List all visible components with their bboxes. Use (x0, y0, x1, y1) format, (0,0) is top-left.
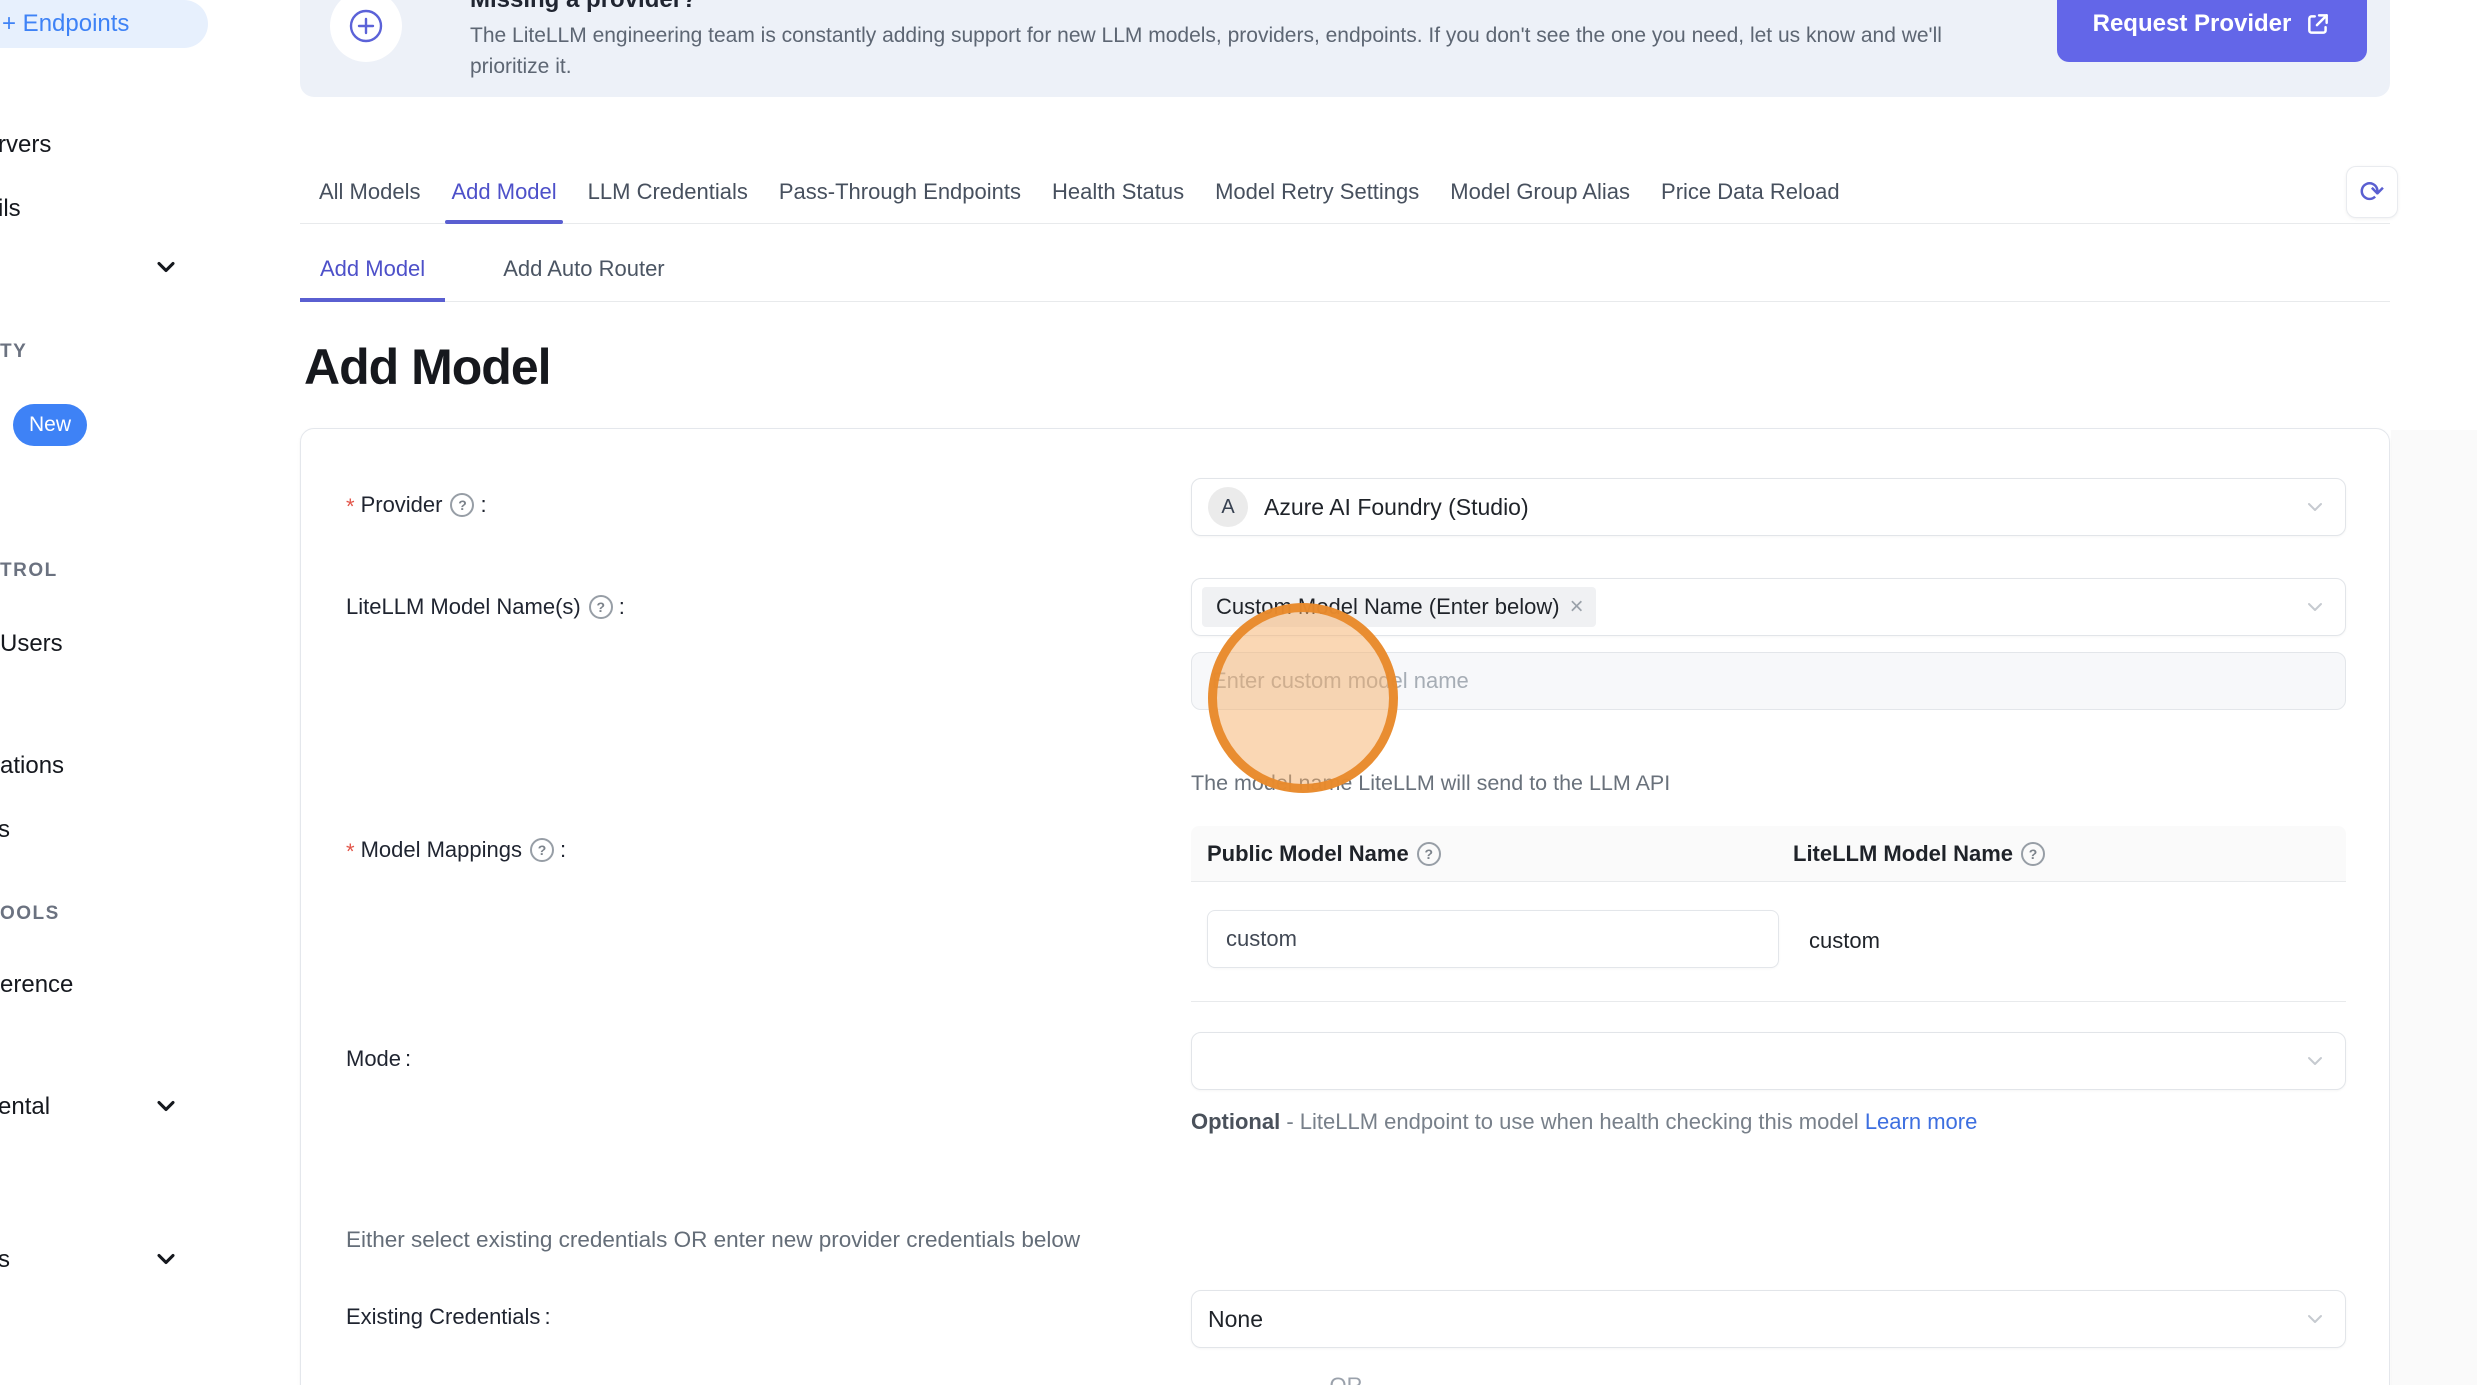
banner-title: Missing a provider? (470, 0, 697, 14)
sidebar-item-erence[interactable]: erence (0, 971, 73, 999)
existing-credentials-select[interactable]: None (1191, 1290, 2346, 1348)
help-icon[interactable]: ? (2021, 842, 2045, 866)
sidebar-section-ty: TY (0, 341, 27, 363)
provider-label: * Provider ? : (346, 492, 487, 518)
missing-provider-banner: Missing a provider? The LiteLLM engineer… (300, 0, 2390, 97)
custom-model-helper: The model name LiteLLM will send to the … (1191, 771, 1670, 796)
tab-model-retry-settings[interactable]: Model Retry Settings (1215, 160, 1419, 223)
external-link-icon (2305, 11, 2331, 37)
required-asterisk: * (346, 839, 355, 865)
plus-circle-icon-wrap (330, 0, 402, 62)
request-provider-label: Request Provider (2093, 10, 2292, 38)
chevron-down-icon (2303, 1307, 2327, 1331)
page-background-gutter (2391, 430, 2477, 1385)
existing-credentials-value: None (1208, 1306, 1263, 1333)
chevron-down-icon (2303, 495, 2327, 519)
sidebar-section-ools: OOLS (0, 903, 60, 925)
request-provider-button[interactable]: Request Provider (2057, 0, 2367, 62)
learn-more-link[interactable]: Learn more (1865, 1109, 1978, 1134)
model-name-tag: Custom Model Name (Enter below) × (1202, 587, 1596, 627)
sidebar-item-s2[interactable]: s (0, 1246, 10, 1274)
mode-label: Mode : (346, 1046, 411, 1072)
model-names-multiselect[interactable]: Custom Model Name (Enter below) × (1191, 578, 2346, 636)
sidebar-item-ations[interactable]: ations (0, 752, 64, 780)
add-model-subtabs: Add Model Add Auto Router (300, 236, 2390, 302)
subtab-add-auto-router[interactable]: Add Auto Router (483, 236, 684, 301)
tab-health-status[interactable]: Health Status (1052, 160, 1184, 223)
sidebar-item-ils[interactable]: ils (0, 195, 21, 223)
remove-tag-icon[interactable]: × (1570, 595, 1584, 619)
refresh-button[interactable]: ⟳ (2346, 166, 2398, 218)
mappings-row: custom (1191, 882, 2346, 1002)
help-icon[interactable]: ? (530, 838, 554, 862)
chevron-down-icon[interactable] (152, 1245, 180, 1273)
mode-select[interactable] (1191, 1032, 2346, 1090)
tab-llm-credentials[interactable]: LLM Credentials (588, 160, 748, 223)
sidebar: + Endpoints rvers ils TY New TROL Users … (0, 0, 262, 1385)
banner-body: The LiteLLM engineering team is constant… (470, 20, 2020, 82)
help-icon[interactable]: ? (589, 595, 613, 619)
sidebar-item-users[interactable]: Users (0, 630, 63, 658)
tab-all-models[interactable]: All Models (319, 160, 420, 223)
chevron-down-icon[interactable] (152, 253, 180, 281)
sidebar-item-ental[interactable]: ental (0, 1093, 50, 1121)
or-divider: OR (301, 1373, 2391, 1385)
sidebar-item-s1[interactable]: s (0, 816, 10, 844)
litellm-model-name-value: custom (1809, 928, 1880, 954)
page-title: Add Model (304, 338, 551, 396)
model-name-tag-label: Custom Model Name (Enter below) (1216, 594, 1560, 620)
sidebar-item-endpoints[interactable]: + Endpoints (0, 0, 208, 48)
plus-circle-icon (348, 8, 384, 44)
app-root: + Endpoints rvers ils TY New TROL Users … (0, 0, 2477, 1385)
credentials-note: Either select existing credentials OR en… (346, 1227, 1080, 1253)
add-model-card: * Provider ? : A Azure AI Foundry (Studi… (300, 428, 2390, 1385)
help-icon[interactable]: ? (1417, 842, 1441, 866)
chevron-down-icon (2303, 1049, 2327, 1073)
required-asterisk: * (346, 494, 355, 520)
model-mappings-table: Public Model Name ? LiteLLM Model Name ?… (1191, 826, 2346, 1002)
sidebar-section-trol: TROL (0, 560, 58, 582)
provider-avatar: A (1208, 487, 1248, 527)
model-tabs: All Models Add Model LLM Credentials Pas… (300, 160, 2390, 224)
column-litellm-model-name: LiteLLM Model Name ? (1793, 826, 2051, 882)
tab-add-model[interactable]: Add Model (451, 160, 556, 223)
tab-price-data-reload[interactable]: Price Data Reload (1661, 160, 1840, 223)
mode-helper: Optional - LiteLLM endpoint to use when … (1191, 1103, 1996, 1141)
help-icon[interactable]: ? (450, 493, 474, 517)
provider-select[interactable]: A Azure AI Foundry (Studio) (1191, 478, 2346, 536)
sidebar-item-servers[interactable]: rvers (0, 131, 51, 159)
existing-credentials-label: Existing Credentials : (346, 1304, 551, 1330)
new-badge: New (13, 404, 87, 446)
tab-model-group-alias[interactable]: Model Group Alias (1450, 160, 1630, 223)
subtab-add-model[interactable]: Add Model (300, 236, 445, 301)
public-model-name-input[interactable] (1207, 910, 1779, 968)
custom-model-name-input[interactable] (1191, 652, 2346, 710)
column-public-model-name: Public Model Name ? (1207, 826, 1447, 882)
model-names-label: LiteLLM Model Name(s) ? : (346, 594, 625, 620)
tab-pass-through-endpoints[interactable]: Pass-Through Endpoints (779, 160, 1021, 223)
provider-value: Azure AI Foundry (Studio) (1264, 494, 1529, 521)
chevron-down-icon (2303, 595, 2327, 619)
model-mappings-label: * Model Mappings ? : (346, 837, 566, 863)
chevron-down-icon[interactable] (152, 1092, 180, 1120)
sidebar-item-endpoints-label: + Endpoints (2, 10, 129, 38)
refresh-icon: ⟳ (2359, 175, 2384, 210)
mappings-header-row: Public Model Name ? LiteLLM Model Name ? (1191, 826, 2346, 882)
